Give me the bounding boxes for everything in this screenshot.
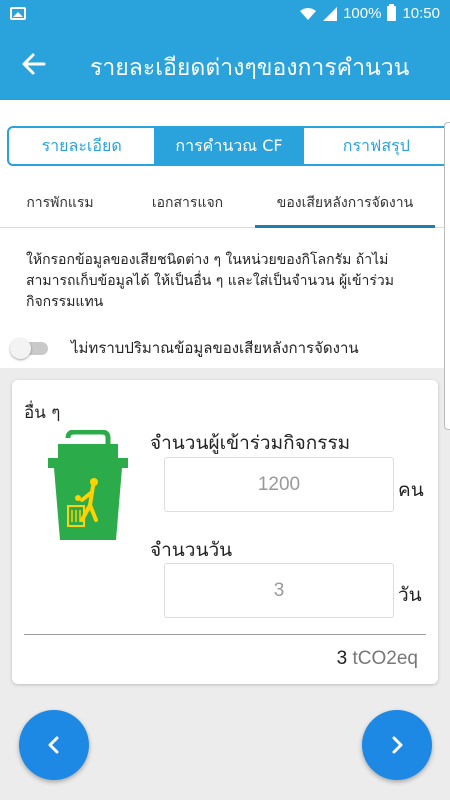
tab-cf-calculation[interactable]: การคำนวณ CF bbox=[154, 128, 302, 164]
result-display: 3 tCO2eq bbox=[337, 648, 418, 670]
tab-summary-graph[interactable]: กราฟสรุป bbox=[301, 128, 449, 164]
status-icons: 100% 10:50 bbox=[299, 4, 440, 22]
result-value: 3 bbox=[336, 648, 348, 669]
image-notification-icon bbox=[10, 7, 26, 20]
wifi-icon bbox=[300, 7, 317, 20]
result-unit: tCO2eq bbox=[352, 648, 418, 669]
participants-label: จำนวนผู้เข้าร่วมกิจกรรม bbox=[150, 432, 351, 454]
sub-tabs: การพักแรม เอกสารแจก ของเสียหลังการจัดงาน bbox=[0, 178, 450, 228]
battery-percent: 100% bbox=[343, 5, 382, 22]
next-button[interactable] bbox=[362, 710, 432, 780]
unknown-waste-toggle[interactable] bbox=[10, 338, 50, 359]
toggle-label: ไม่ทราบปริมาณข้อมูลของเสียหลังการจัดงาน bbox=[71, 339, 359, 357]
toggle-knob bbox=[10, 338, 31, 359]
days-label: จำนวนวัน bbox=[150, 539, 233, 561]
category-title: อื่น ๆ bbox=[24, 403, 61, 423]
participants-input[interactable]: 1200 bbox=[164, 457, 394, 512]
waste-card: อื่น ๆ จำนวนผู้เข้าร่วมกิจกรรม 1200 คน จ… bbox=[12, 380, 438, 684]
days-unit: วัน bbox=[398, 584, 422, 606]
arrow-left-icon[interactable] bbox=[20, 50, 48, 78]
segment-tabs: รายละเอียด การคำนวณ CF กราฟสรุป bbox=[7, 126, 450, 166]
participants-unit: คน bbox=[398, 479, 424, 501]
page-title: รายละเอียดต่างๆของการคำนวน bbox=[90, 55, 410, 81]
subtab-handouts[interactable]: เอกสารแจก bbox=[120, 178, 255, 227]
app-bar: รายละเอียดต่างๆของการคำนวน bbox=[0, 28, 450, 100]
instruction-text: ให้กรอกข้อมูลของเสียชนิดต่าง ๆ ในหน่วยขอ… bbox=[26, 252, 395, 310]
signal-icon bbox=[323, 6, 338, 21]
clock: 10:50 bbox=[402, 5, 440, 22]
status-bar: 100% 10:50 bbox=[0, 0, 450, 28]
trash-bin-icon bbox=[48, 430, 128, 540]
battery-icon bbox=[387, 4, 397, 21]
main-content: รายละเอียด การคำนวณ CF กราฟสรุป การพักแร… bbox=[0, 100, 450, 430]
chevron-right-icon bbox=[392, 736, 403, 754]
days-input[interactable]: 3 bbox=[164, 563, 394, 618]
scroll-edge bbox=[444, 122, 450, 430]
divider bbox=[24, 634, 426, 635]
unknown-waste-toggle-row: ไม่ทราบปริมาณข้อมูลของเสียหลังการจัดงาน bbox=[10, 336, 359, 360]
subtab-post-event-waste[interactable]: ของเสียหลังการจัดงาน bbox=[255, 178, 435, 228]
previous-button[interactable] bbox=[19, 710, 89, 780]
subtab-accommodation[interactable]: การพักแรม bbox=[0, 178, 120, 227]
tab-details[interactable]: รายละเอียด bbox=[9, 128, 154, 164]
chevron-left-icon bbox=[48, 736, 59, 754]
